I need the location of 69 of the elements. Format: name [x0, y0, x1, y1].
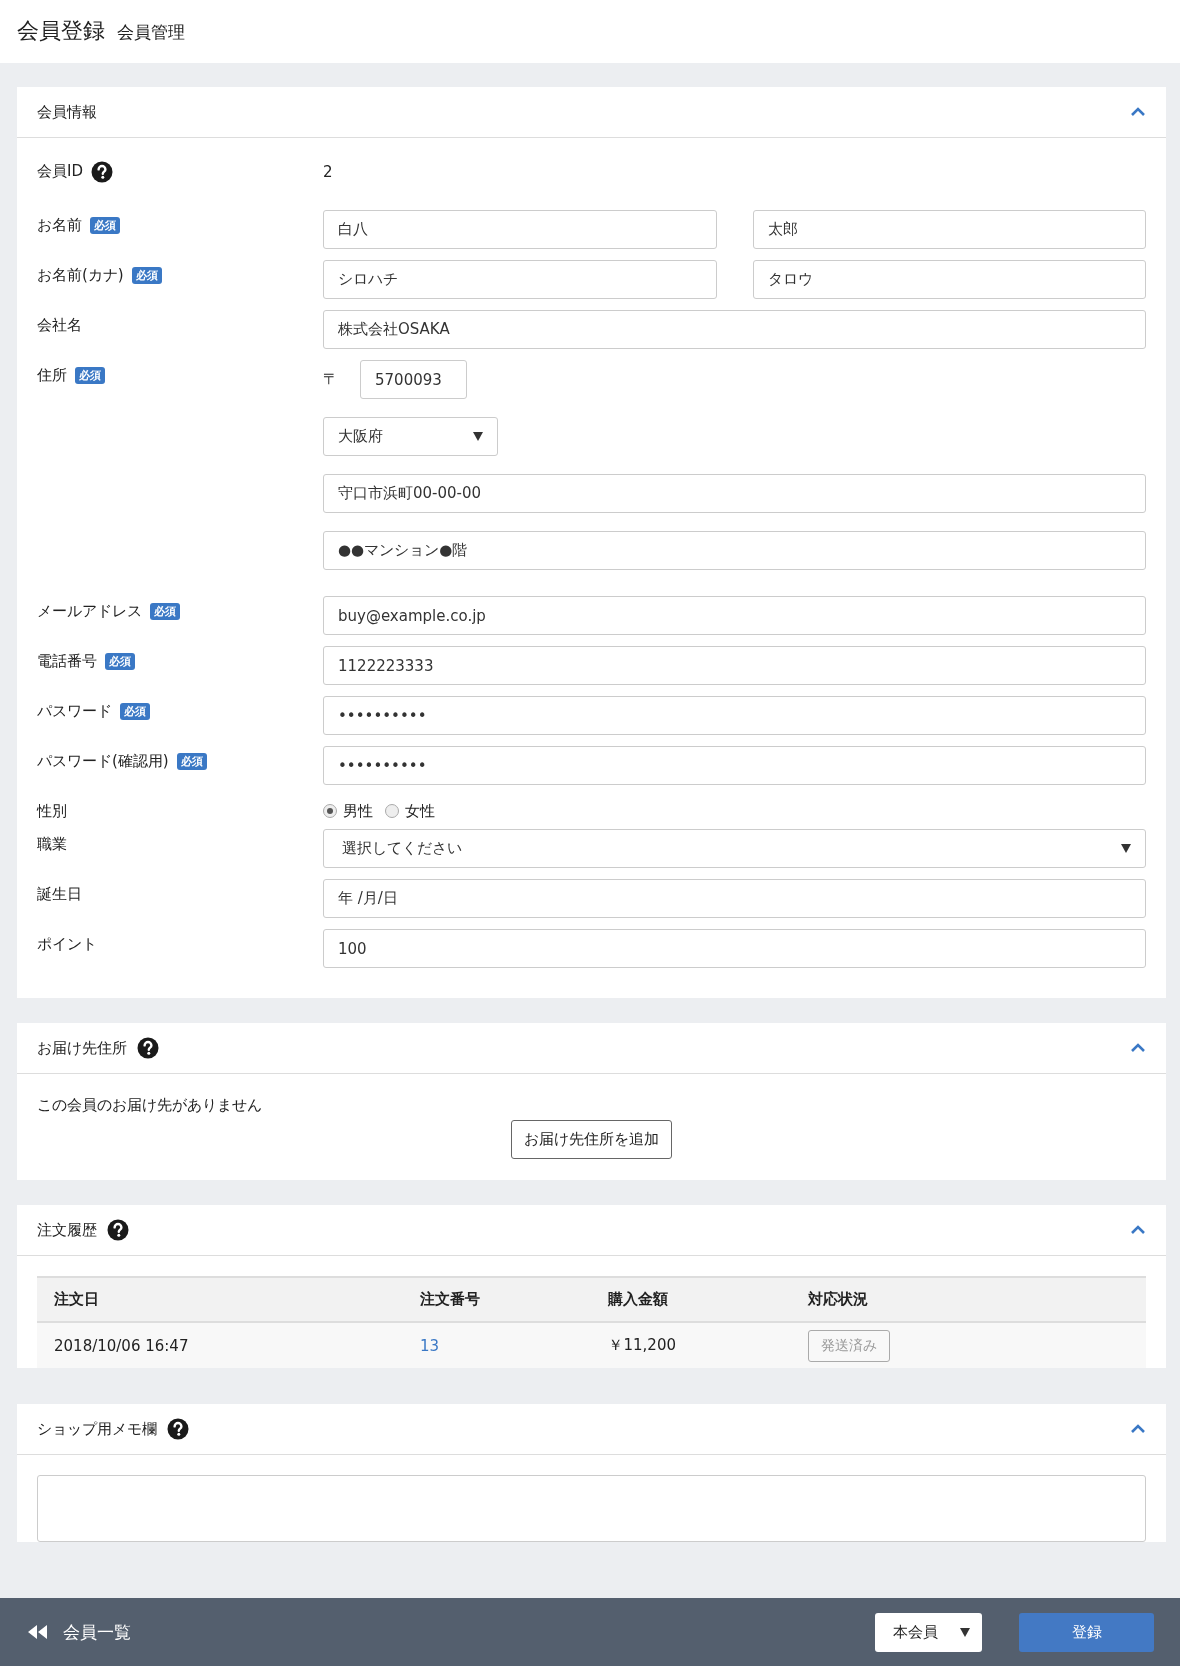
- input-field[interactable]: ••••••••••: [323, 746, 1146, 785]
- caret-icon: [473, 432, 483, 441]
- field-label: 会社名: [37, 315, 82, 335]
- field-label: 会員ID: [37, 162, 83, 181]
- required-badge: 必須: [90, 216, 120, 234]
- required-badge: 必須: [131, 266, 162, 284]
- section-title: 会員情報: [37, 102, 97, 122]
- page-subtitle: 会員管理: [117, 21, 185, 44]
- field-label: ポイント: [37, 934, 97, 954]
- required-badge: 必須: [150, 602, 180, 620]
- column-header: 購入金額: [591, 1277, 792, 1322]
- input-field[interactable]: シロハチ: [323, 260, 717, 299]
- input-field[interactable]: 1122223333: [323, 646, 1146, 685]
- input-field[interactable]: 100: [323, 929, 1146, 968]
- collapse-icon[interactable]: [1130, 1224, 1146, 1236]
- member-id-value: 2: [323, 162, 333, 181]
- caret-icon: [960, 1627, 970, 1637]
- input-field[interactable]: 年 /月/日: [323, 879, 1146, 918]
- collapse-icon[interactable]: [1130, 1423, 1146, 1435]
- required-badge: 必須: [75, 366, 105, 384]
- required-badge: 必須: [105, 652, 135, 670]
- field-label: メールアドレス: [37, 601, 142, 621]
- collapse-icon[interactable]: [1130, 1042, 1146, 1054]
- input-field[interactable]: ••••••••••: [323, 696, 1146, 735]
- prefecture-select[interactable]: 大阪府: [323, 417, 498, 456]
- input-field[interactable]: ●●マンション●階: [323, 531, 1146, 570]
- field-label: お名前(カナ): [37, 265, 124, 285]
- column-header: 対応状況: [791, 1277, 1146, 1322]
- status-label: 発送済み: [808, 1329, 891, 1362]
- add-address-button[interactable]: お届け先住所を追加: [511, 1120, 672, 1159]
- input-field[interactable]: 5700093: [360, 360, 467, 399]
- collapse-icon[interactable]: [1130, 106, 1146, 118]
- caret-icon: [1121, 844, 1131, 853]
- field-label: お名前: [37, 215, 82, 235]
- required-badge: 必須: [176, 752, 207, 770]
- member-status-select[interactable]: 本会員: [875, 1612, 982, 1652]
- column-header: 注文日: [37, 1277, 403, 1322]
- member-list-link[interactable]: 会員一覧: [63, 1620, 131, 1644]
- input-field[interactable]: buy@example.co.jp: [323, 596, 1146, 635]
- required-badge: 必須: [120, 702, 150, 720]
- input-field[interactable]: タロウ: [752, 260, 1146, 299]
- field-label: 職業: [37, 834, 67, 854]
- column-header: 注文番号: [402, 1277, 592, 1322]
- section-title: ショップ用メモ欄: [37, 1419, 157, 1439]
- radio-button[interactable]: [323, 804, 337, 818]
- input-field[interactable]: 白八: [323, 210, 717, 249]
- field-label: 性別: [37, 801, 67, 821]
- page-title: 会員登録: [17, 17, 105, 45]
- postal-mark: 〒: [323, 370, 338, 389]
- amount-cell: ￥11,200: [591, 1322, 792, 1368]
- field-label: 誕生日: [37, 884, 82, 904]
- occupation-select[interactable]: 選択してください: [323, 829, 1146, 868]
- order-number-link[interactable]: 13: [419, 1336, 440, 1355]
- section-title: お届け先住所: [37, 1038, 127, 1058]
- field-label: 電話番号: [37, 651, 97, 671]
- order-date-cell: 2018/10/06 16:47: [37, 1322, 403, 1368]
- field-label: パスワード: [37, 701, 112, 721]
- register-button[interactable]: 登録: [1019, 1612, 1154, 1652]
- rewind-icon[interactable]: [28, 1625, 48, 1639]
- empty-message: この会員のお届け先がありません: [37, 1096, 263, 1115]
- input-field[interactable]: 太郎: [752, 210, 1146, 249]
- radio-button[interactable]: [385, 804, 399, 818]
- field-label: パスワード(確認用): [37, 751, 169, 771]
- section-title: 注文履歴: [37, 1220, 97, 1240]
- input-field[interactable]: 株式会社OSAKA: [323, 310, 1146, 349]
- input-field[interactable]: 守口市浜町00-00-00: [323, 474, 1146, 513]
- radio-label: 男性: [343, 801, 373, 821]
- field-label: 住所: [37, 365, 67, 385]
- radio-label: 女性: [405, 801, 435, 821]
